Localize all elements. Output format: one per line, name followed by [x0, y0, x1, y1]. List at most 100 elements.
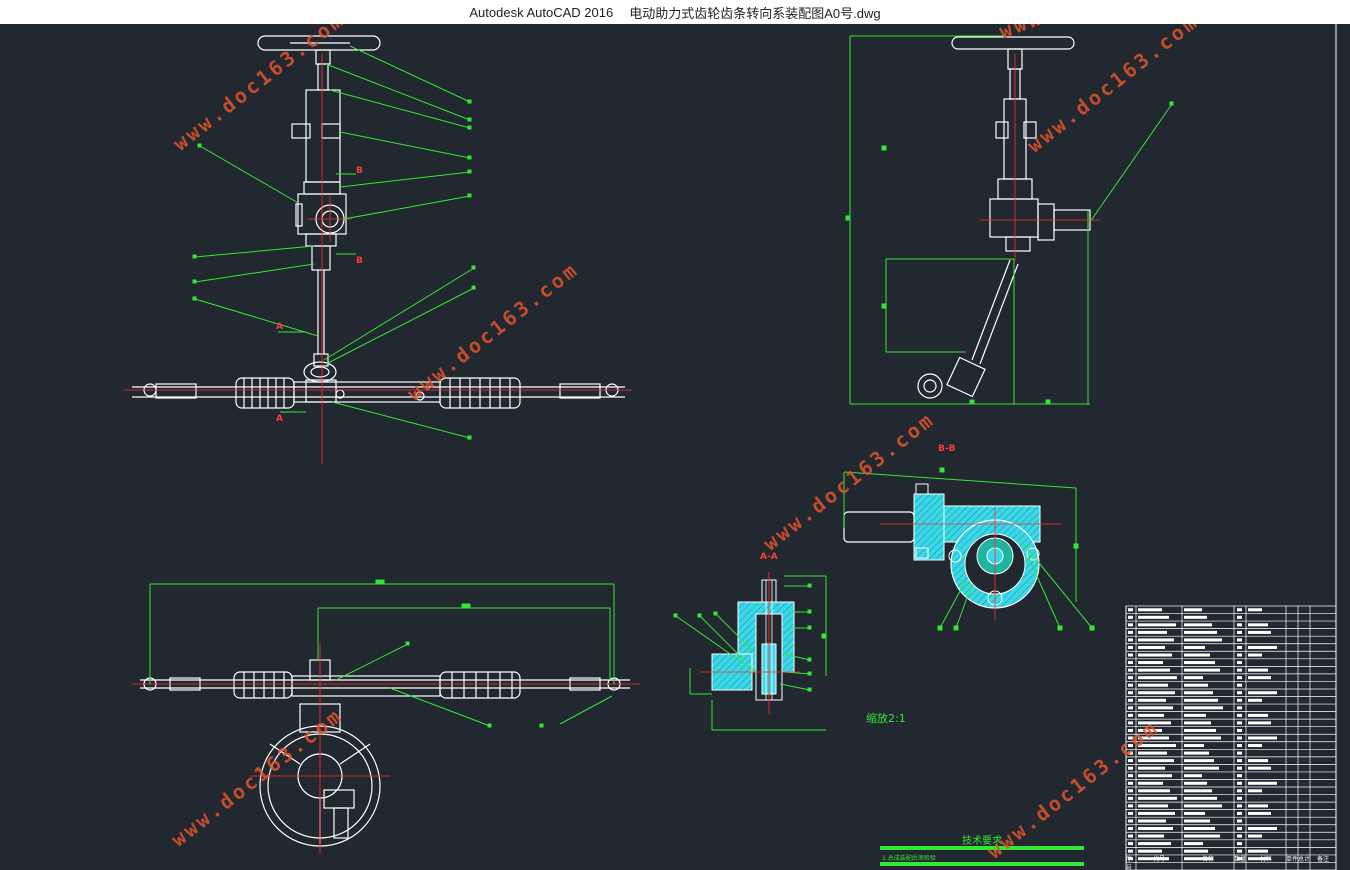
- arrow-b-upper: B: [356, 166, 363, 176]
- parts-list-cell-mark: [1184, 811, 1205, 815]
- parts-list-cell-mark: [1138, 661, 1163, 665]
- parts-list-cell-mark: [1128, 676, 1133, 680]
- section-a-a[interactable]: [673, 572, 827, 731]
- parts-list-cell-mark: [1248, 721, 1271, 725]
- parts-list-cell-mark: [1128, 706, 1133, 710]
- parts-list-cell-mark: [1237, 653, 1242, 657]
- parts-list-cell-mark: [1248, 811, 1271, 815]
- parts-list-cell-mark: [1237, 834, 1242, 838]
- parts-list-cell-mark: [1138, 623, 1176, 627]
- app-title: Autodesk AutoCAD 2016: [469, 4, 614, 20]
- parts-list-cell-mark: [1237, 676, 1242, 680]
- parts-list-cell-mark: [1128, 796, 1133, 800]
- parts-list-cell-mark: [1184, 736, 1221, 740]
- parts-list-cell-mark: [1184, 683, 1208, 687]
- parts-list-cell-mark: [1184, 691, 1213, 695]
- parts-list-cell-mark: [1138, 804, 1168, 808]
- parts-list-cell-mark: [1128, 638, 1133, 642]
- bottom-view-dims[interactable]: [149, 579, 615, 728]
- parts-list-cell-mark: [1138, 751, 1167, 755]
- parts-list-cell-mark: [1128, 623, 1133, 627]
- parts-list-cell-mark: [1184, 849, 1208, 853]
- parts-list-cell-mark: [1248, 827, 1277, 831]
- parts-list-cell-mark: [1237, 661, 1242, 665]
- section-b-b[interactable]: [843, 467, 1095, 631]
- arrow-a-upper: A: [276, 322, 283, 332]
- parts-list-cell-mark: [1248, 653, 1262, 657]
- parts-list-cell-mark: [1138, 796, 1177, 800]
- parts-list-cell-mark: [1184, 638, 1222, 642]
- parts-list-cell-mark: [1184, 698, 1218, 702]
- parts-list-cell-mark: [1184, 608, 1202, 612]
- front-view[interactable]: [132, 35, 625, 409]
- parts-list-cell-mark: [1138, 698, 1166, 702]
- parts-list-cell-mark: [1184, 661, 1215, 665]
- parts-list-cell-mark: [1138, 653, 1172, 657]
- parts-list-cell-mark: [1237, 698, 1242, 702]
- parts-list-cell-mark: [1138, 713, 1164, 717]
- parts-list-cell-mark: [1138, 834, 1164, 838]
- parts-list-cell-mark: [1138, 759, 1174, 763]
- parts-list-cell-mark: [1237, 811, 1242, 815]
- parts-list-cell-mark: [1128, 819, 1133, 823]
- parts-list-cell-mark: [1237, 630, 1242, 634]
- parts-list-cell-mark: [1237, 713, 1242, 717]
- parts-list-cell-mark: [1248, 691, 1277, 695]
- parts-list-cell-mark: [1237, 721, 1242, 725]
- parts-list-cell-mark: [1237, 804, 1242, 808]
- parts-list-cell-mark: [1128, 789, 1133, 793]
- parts-list-cell-mark: [1184, 630, 1217, 634]
- parts-list-cell-mark: [1138, 615, 1169, 619]
- parts-list-cell-mark: [1138, 827, 1173, 831]
- parts-list-cell-mark: [1184, 751, 1209, 755]
- parts-list-cell-mark: [1138, 668, 1170, 672]
- steering-column-tube: [305, 89, 341, 183]
- parts-list-cell-mark: [1184, 668, 1220, 672]
- parts-list-cell-mark: [1184, 842, 1203, 846]
- parts-list-cell-mark: [1138, 811, 1175, 815]
- parts-list-cell-mark: [1128, 804, 1133, 808]
- parts-list-cell-mark: [1128, 698, 1133, 702]
- parts-list-cell-mark: [1138, 676, 1177, 680]
- parts-list-cell-mark: [1184, 728, 1216, 732]
- drawing-canvas[interactable]: B-B A-A A A B B 缩放2:1 技术要求 1.总成装配后须检验 ww…: [0, 24, 1350, 870]
- parts-list-cell-mark: [1128, 653, 1133, 657]
- parts-list-cell-mark: [1184, 781, 1207, 785]
- parts-list-header: 序号 代号 名称 数量 材料 单件 总计 备注: [1126, 854, 1336, 870]
- scale-label: 缩放2:1: [866, 712, 906, 725]
- bottom-left-bellows: [233, 671, 293, 699]
- hdr-code: 代号: [1152, 856, 1165, 863]
- right-bellows: [439, 377, 521, 409]
- parts-list-cell-mark: [1184, 827, 1215, 831]
- parts-list-cell-mark: [1128, 713, 1133, 717]
- parts-list-cell-mark: [1128, 774, 1133, 778]
- parts-list-cell-mark: [1184, 744, 1204, 748]
- parts-list-cell-mark: [1184, 819, 1210, 823]
- parts-list-cell-mark: [1248, 713, 1268, 717]
- parts-list-cell-mark: [1138, 789, 1170, 793]
- hdr-material: 材料: [1259, 856, 1272, 863]
- hdr-remark: 备注: [1316, 856, 1329, 863]
- parts-list-cell-mark: [1128, 721, 1133, 725]
- parts-list-cell-mark: [1248, 759, 1268, 763]
- tech-requirements-note: 1.总成装配后须检验: [882, 855, 936, 862]
- parts-list-cell-mark: [1184, 645, 1205, 649]
- parts-list-cell-mark: [1237, 796, 1242, 800]
- side-view[interactable]: [917, 36, 1091, 399]
- left-bellows: [235, 377, 295, 409]
- parts-list-cell-mark: [1128, 827, 1133, 831]
- parts-list-cell-mark: [1138, 849, 1162, 853]
- parts-list-cell-mark: [1248, 623, 1268, 627]
- parts-list-cell-mark: [1138, 683, 1168, 687]
- parts-list-cell-mark: [1248, 781, 1277, 785]
- parts-list-cell-mark: [1128, 842, 1133, 846]
- arrow-b-lower: B: [356, 256, 363, 266]
- parts-list-cell-mark: [1248, 766, 1271, 770]
- parts-list-cell-mark: [1248, 789, 1262, 793]
- parts-list-cell-mark: [1237, 615, 1242, 619]
- parts-list-cell-mark: [1184, 615, 1207, 619]
- parts-list-cell-mark: [1184, 766, 1219, 770]
- parts-list-cell-mark: [1237, 842, 1242, 846]
- parts-list-cell-mark: [1138, 842, 1171, 846]
- parts-list-cell-mark: [1237, 789, 1242, 793]
